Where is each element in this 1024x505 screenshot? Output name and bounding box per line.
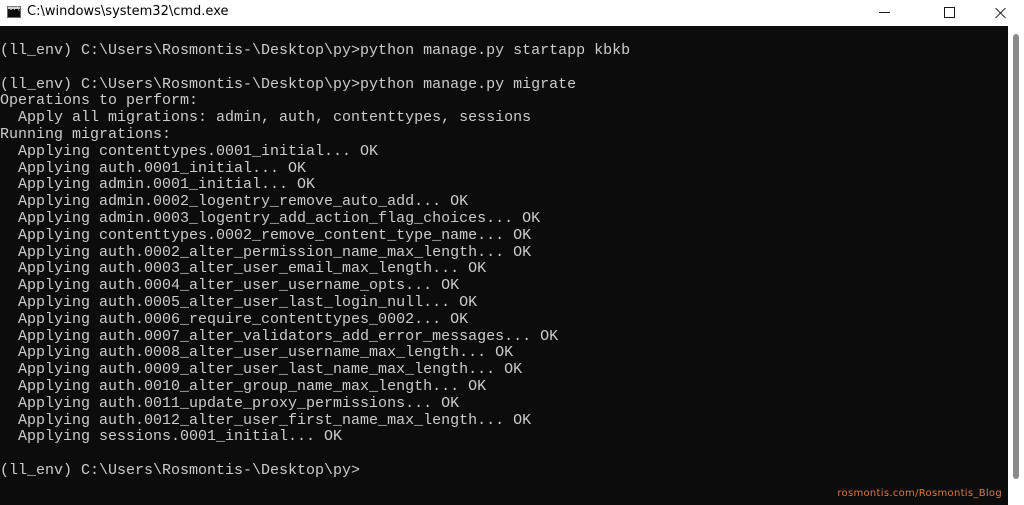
vertical-scrollbar[interactable] — [1008, 26, 1024, 505]
window-title: C:\windows\system32\cmd.exe — [27, 4, 229, 19]
cmd-icon — [7, 5, 21, 18]
maximize-button[interactable] — [926, 0, 972, 26]
console-line: Applying auth.0010_alter_group_name_max_… — [0, 377, 487, 395]
cmd-window: C:\windows\system32\cmd.exe (ll_env) C:\… — [0, 0, 1024, 505]
console-line: Applying auth.0001_initial... OK — [0, 159, 307, 177]
console-line: Applying auth.0006_require_contenttypes_… — [0, 310, 469, 328]
console-line: Operations to perform: — [0, 92, 199, 110]
console-line: (ll_env) C:\Users\Rosmontis-\Desktop\py>… — [0, 42, 631, 59]
console-line: Applying auth.0007_alter_validators_add_… — [0, 327, 559, 345]
minimize-button[interactable] — [862, 0, 908, 26]
console-line: Applying auth.0009_alter_user_last_name_… — [0, 361, 523, 379]
scrollbar-thumb[interactable] — [1013, 34, 1019, 479]
console-line: Applying auth.0005_alter_user_last_login… — [0, 293, 478, 311]
console-line: Applying auth.0003_alter_user_email_max_… — [0, 260, 487, 278]
console-lines: (ll_env) C:\Users\Rosmontis-\Desktop\py>… — [0, 42, 631, 480]
title-bar[interactable]: C:\windows\system32\cmd.exe — [0, 0, 1024, 26]
console-line: (ll_env) C:\Users\Rosmontis-\Desktop\py> — [0, 461, 361, 479]
watermark-text: rosmontis.com/Rosmontis_Blog — [837, 488, 1002, 499]
console-line: Applying auth.0002_alter_permission_name… — [0, 243, 532, 261]
console-line: Applying auth.0012_alter_user_first_name… — [0, 411, 532, 429]
console-line: Running migrations: — [0, 125, 172, 143]
console-line: Applying admin.0003_logentry_add_action_… — [0, 209, 541, 227]
console-output[interactable]: (ll_env) C:\Users\Rosmontis-\Desktop\py>… — [0, 26, 1008, 505]
console-line: (ll_env) C:\Users\Rosmontis-\Desktop\py>… — [0, 75, 577, 93]
console-line: Applying sessions.0001_initial... OK — [0, 428, 343, 446]
console-line: Applying auth.0008_alter_user_username_m… — [0, 344, 514, 362]
console-line: Apply all migrations: admin, auth, conte… — [0, 109, 532, 127]
console-line: Applying contenttypes.0001_initial... OK — [0, 142, 379, 160]
close-button[interactable] — [978, 0, 1024, 26]
console-line: Applying contenttypes.0002_remove_conten… — [0, 226, 532, 244]
console-line: Applying admin.0001_initial... OK — [0, 176, 316, 194]
console-line: Applying admin.0002_logentry_remove_auto… — [0, 193, 469, 211]
console-line: Applying auth.0004_alter_user_username_o… — [0, 277, 460, 295]
console-line: Applying auth.0011_update_proxy_permissi… — [0, 394, 460, 412]
